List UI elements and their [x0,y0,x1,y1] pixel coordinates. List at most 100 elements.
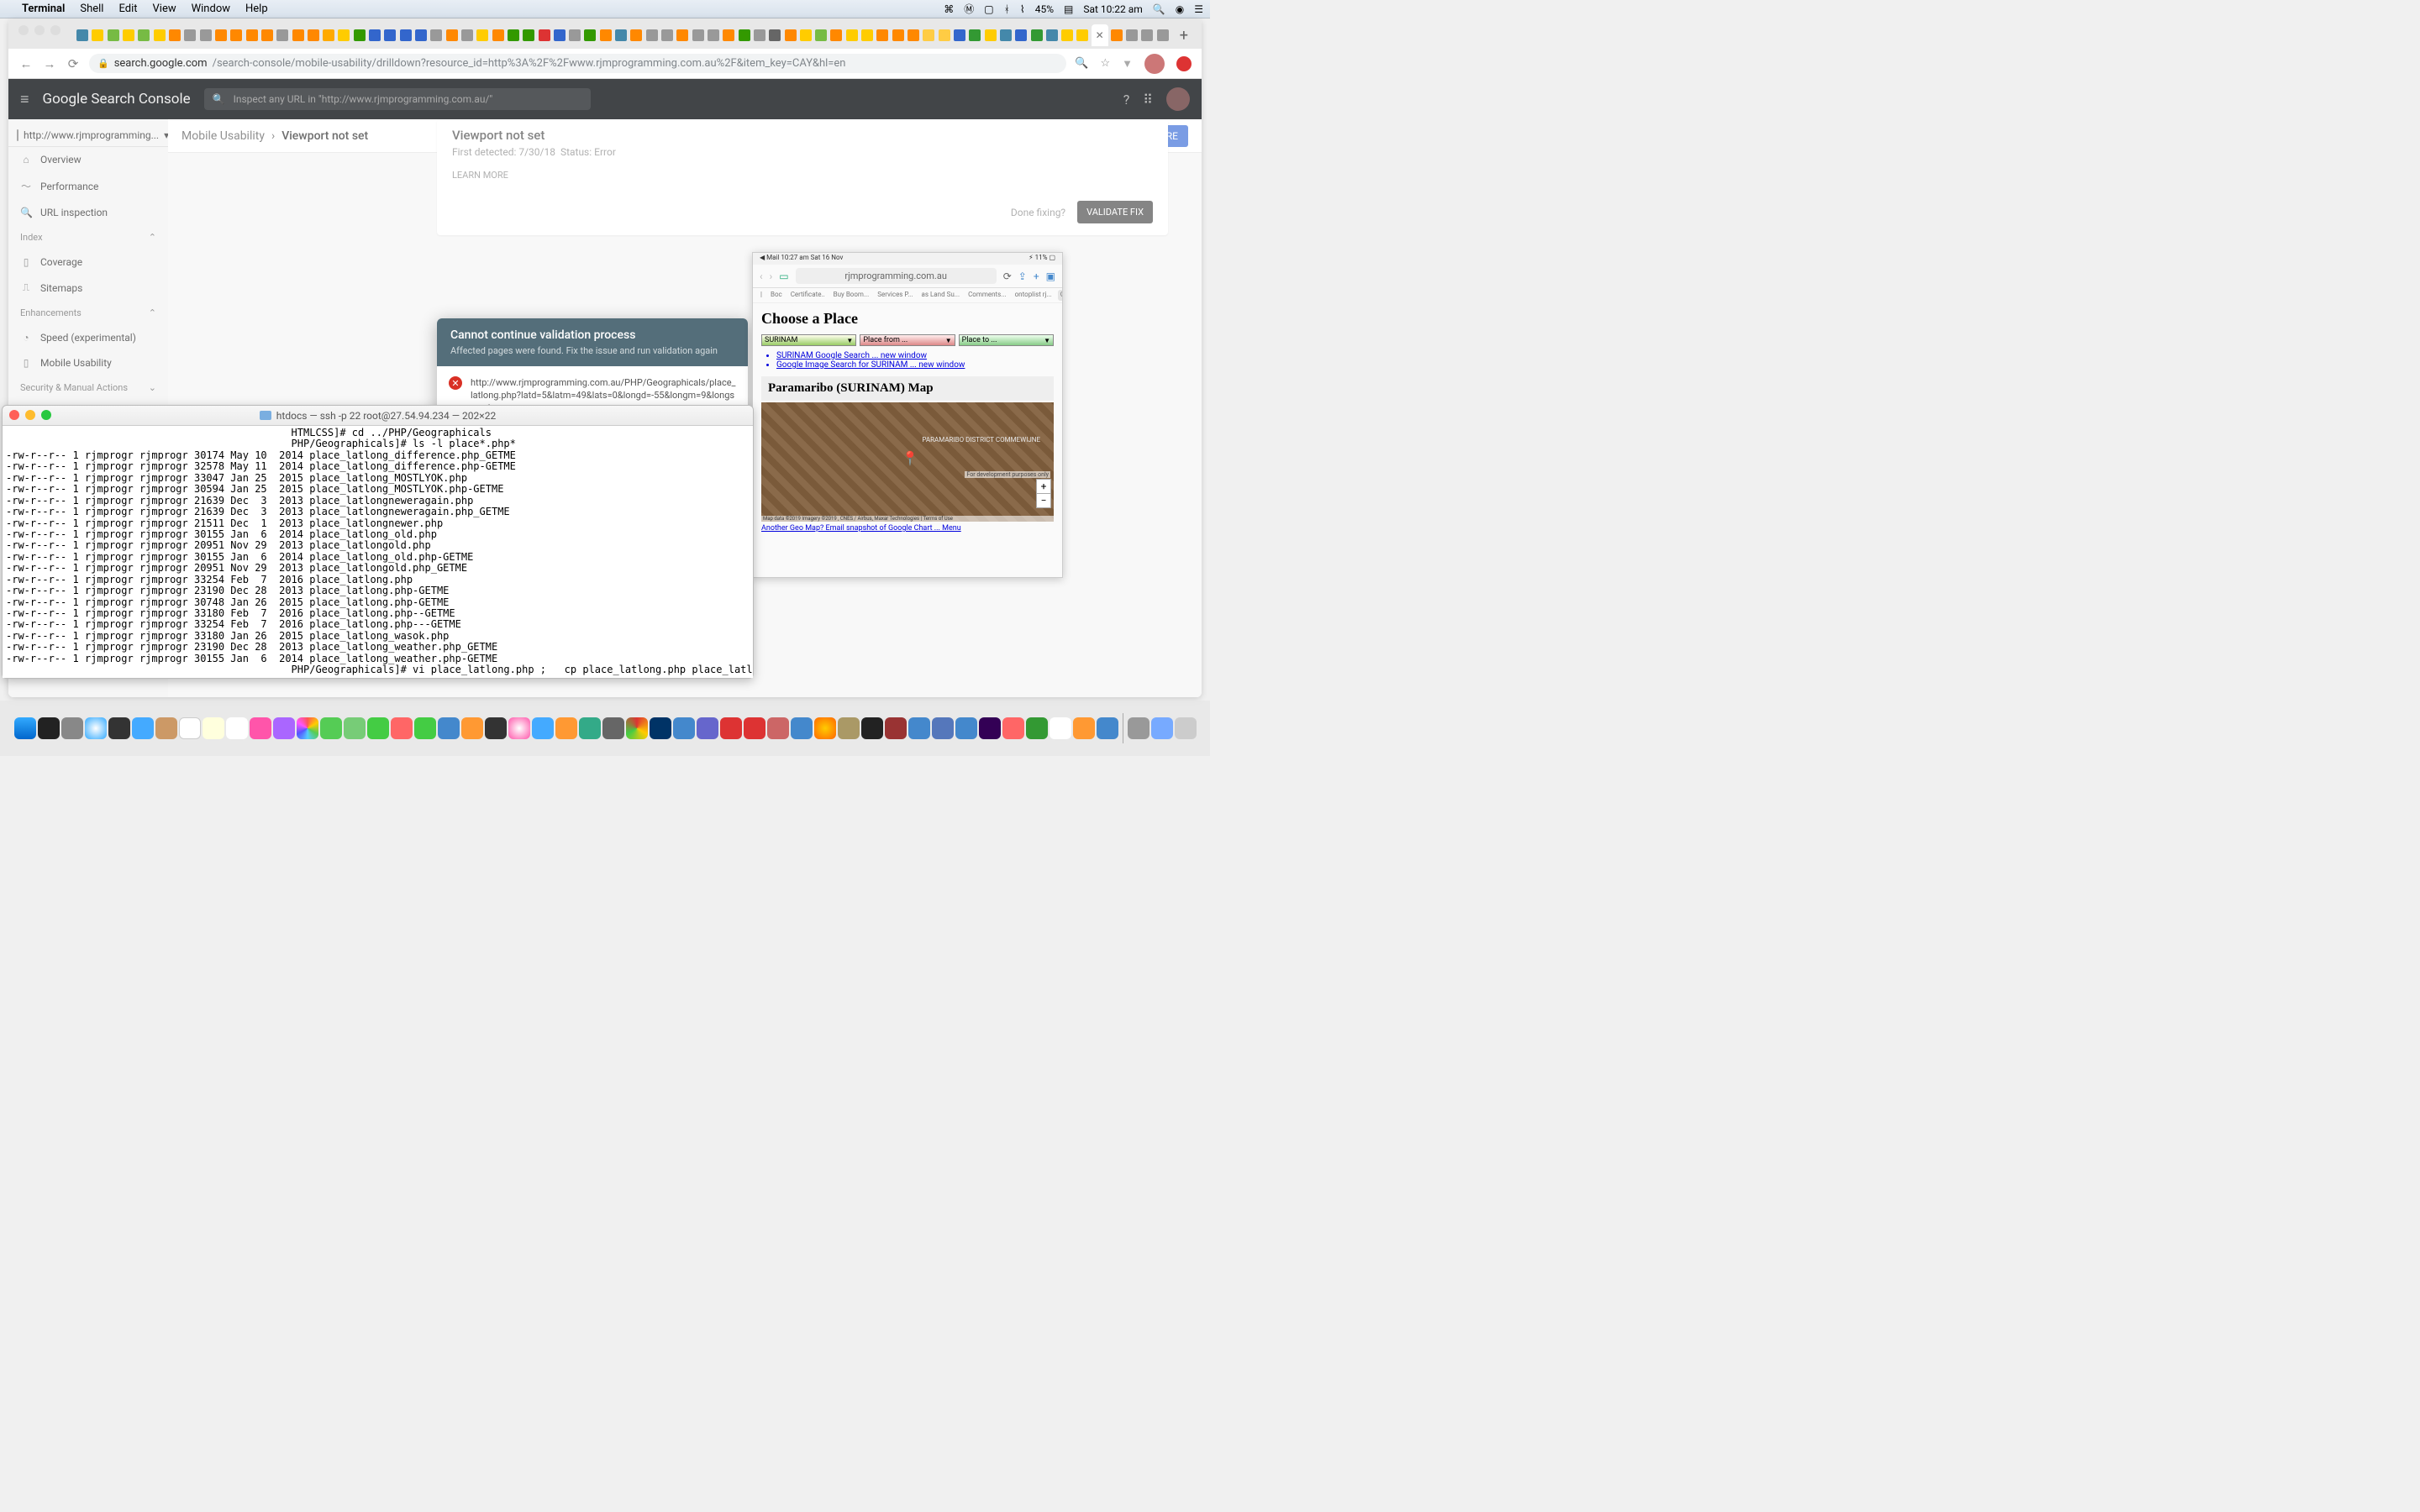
sidebar-item-sitemaps[interactable]: ⎍Sitemaps [8,275,168,301]
dock-app-icon[interactable] [1050,717,1071,739]
dock-gimp-icon[interactable] [838,717,860,739]
ipad-addtab-icon[interactable]: + [1034,270,1039,282]
breadcrumb-1[interactable]: Mobile Usability [182,129,265,143]
dock-launchpad-icon[interactable] [61,717,83,739]
ipad-fwd-icon[interactable]: › [770,270,773,282]
ipad-book-icon[interactable]: ▭ [779,270,788,282]
sidebar-head-enhancements[interactable]: Enhancements⌃ [8,301,168,325]
dock-app-icon[interactable] [1026,717,1048,739]
bookmark-star-icon[interactable]: ☆ [1100,57,1110,70]
dock-app-icon[interactable] [1073,717,1095,739]
spotlight-icon[interactable]: 🔍 [1153,3,1165,15]
dock-chrome-icon[interactable] [626,717,648,739]
profile-avatar[interactable] [1144,54,1165,74]
dock-xd-icon[interactable] [979,717,1001,739]
sidebar-item-mobile-usability[interactable]: ▯Mobile Usability [8,350,168,375]
dock-filezilla-icon[interactable] [744,717,765,739]
extension-icon[interactable]: ▼ [1122,57,1133,71]
menu-help[interactable]: Help [245,3,268,15]
ipad-footer-links[interactable]: Another Geo Map? Email snapshot of Googl… [761,524,1054,533]
terminal-titlebar[interactable]: htdocs — ssh -p 22 root@27.54.94.234 — 2… [3,406,753,426]
dock-app-icon[interactable] [250,717,271,739]
ipad-select-from[interactable]: Place from ...▼ [860,334,955,346]
menu-edit[interactable]: Edit [118,3,137,15]
hamburger-icon[interactable]: ≡ [20,91,29,108]
ipad-reload-icon[interactable]: ⟳ [1003,270,1012,282]
dock-reminders-icon[interactable] [226,717,248,739]
dock-photos-icon[interactable] [297,717,318,739]
minimize-button[interactable] [25,410,35,420]
dock-keynote-icon[interactable] [438,717,460,739]
sidebar-item-speed[interactable]: ◔Speed (experimental) [8,325,168,350]
validate-fix-button[interactable]: VALIDATE FIX [1077,201,1153,223]
dock-contacts-icon[interactable] [155,717,177,739]
dock-preview-icon[interactable] [673,717,695,739]
dock-settings-icon[interactable] [1128,717,1150,739]
gsc-avatar[interactable] [1166,87,1190,111]
dock-numbers-icon[interactable] [414,717,436,739]
dock-app-icon[interactable] [791,717,813,739]
clock[interactable]: Sat 10:22 am [1083,3,1142,15]
bluetooth-icon[interactable]: ᚼ [1004,3,1010,15]
forward-button[interactable]: → [42,56,57,71]
active-tab[interactable]: ✕ [1092,24,1108,46]
control-center-icon[interactable]: ☰ [1194,3,1203,15]
dock-folder-icon[interactable] [1151,717,1173,739]
menubar-app[interactable]: Terminal [22,3,65,15]
dock-maps-icon[interactable] [344,717,366,739]
dock-app-icon[interactable] [885,717,907,739]
dock-safari-icon[interactable] [85,717,107,739]
dock-app-icon[interactable] [1002,717,1024,739]
apps-grid-icon[interactable]: ⠿ [1143,92,1153,108]
dock-notes-icon[interactable] [203,717,224,739]
ipad-tabs-icon[interactable]: ▣ [1046,270,1055,282]
omnibox-search-icon[interactable]: 🔍 [1075,57,1088,70]
ipad-link-2[interactable]: Google Image Search for SURINAM ... new … [776,360,965,370]
help-icon[interactable]: ? [1123,92,1130,108]
dock-finder-icon[interactable] [14,717,36,739]
sidebar-item-overview[interactable]: ⌂Overview [8,147,168,172]
ipad-share-icon[interactable]: ⇪ [1018,270,1027,282]
siri-icon[interactable]: ◉ [1176,3,1184,15]
browser-tabstrip[interactable]: ✕ + [8,18,1202,49]
url-field[interactable]: 🔒 search.google.com/search-console/mobil… [89,54,1066,73]
menu-window[interactable]: Window [192,3,230,15]
dock-appstore-icon[interactable] [532,717,554,739]
zoom-in-button[interactable]: + [1037,480,1050,494]
close-button[interactable] [9,410,19,420]
dock-itunes-icon[interactable] [508,717,530,739]
dock-dashboard-icon[interactable] [108,717,130,739]
sidebar-item-coverage[interactable]: ▯Coverage [8,249,168,275]
dock-app-icon[interactable] [579,717,601,739]
extension-red-icon[interactable] [1176,56,1192,71]
dock-app-icon[interactable] [1097,717,1118,739]
window-traffic-lights[interactable] [18,25,60,35]
ipad-select-country[interactable]: SURINAM▼ [761,334,856,346]
dock-photobooth-icon[interactable] [391,717,413,739]
wifi-icon[interactable]: ⌇ [1020,3,1025,15]
dock-books-icon[interactable] [555,717,577,739]
dock-app-icon[interactable] [767,717,789,739]
close-icon[interactable]: ✕ [1096,29,1104,41]
map-zoom[interactable]: +− [1036,479,1051,508]
zoom-out-button[interactable]: − [1037,494,1050,507]
dock-calendar-icon[interactable] [179,717,201,739]
dock-photoshop-icon[interactable] [650,717,671,739]
ipad-select-to[interactable]: Place to ...▼ [959,334,1054,346]
menu-shell[interactable]: Shell [80,3,103,15]
ipad-tabbar[interactable]: | Boc Certificate.. Buy Boom... Services… [753,288,1062,303]
dock-app-icon[interactable] [273,717,295,739]
dock-facetime-icon[interactable] [367,717,389,739]
dock-app-icon[interactable] [485,717,507,739]
dock-pages-icon[interactable] [461,717,483,739]
new-tab-button[interactable]: + [1176,27,1192,45]
zoom-button[interactable] [41,410,51,420]
dock-app-icon[interactable] [602,717,624,739]
sidebar-head-index[interactable]: Index⌃ [8,225,168,249]
airplay-icon[interactable]: ▢ [984,3,993,15]
terminal-content[interactable]: HTMLCSS]# cd ../PHP/Geographicals PHP/Ge… [3,426,753,678]
dock-opera-icon[interactable] [720,717,742,739]
dock-app-icon[interactable] [697,717,718,739]
dock-trash-icon[interactable] [1175,717,1197,739]
ipad-map[interactable]: PARAMARIBO DISTRICT COMMEWIJNE 📍 For dev… [761,402,1054,522]
